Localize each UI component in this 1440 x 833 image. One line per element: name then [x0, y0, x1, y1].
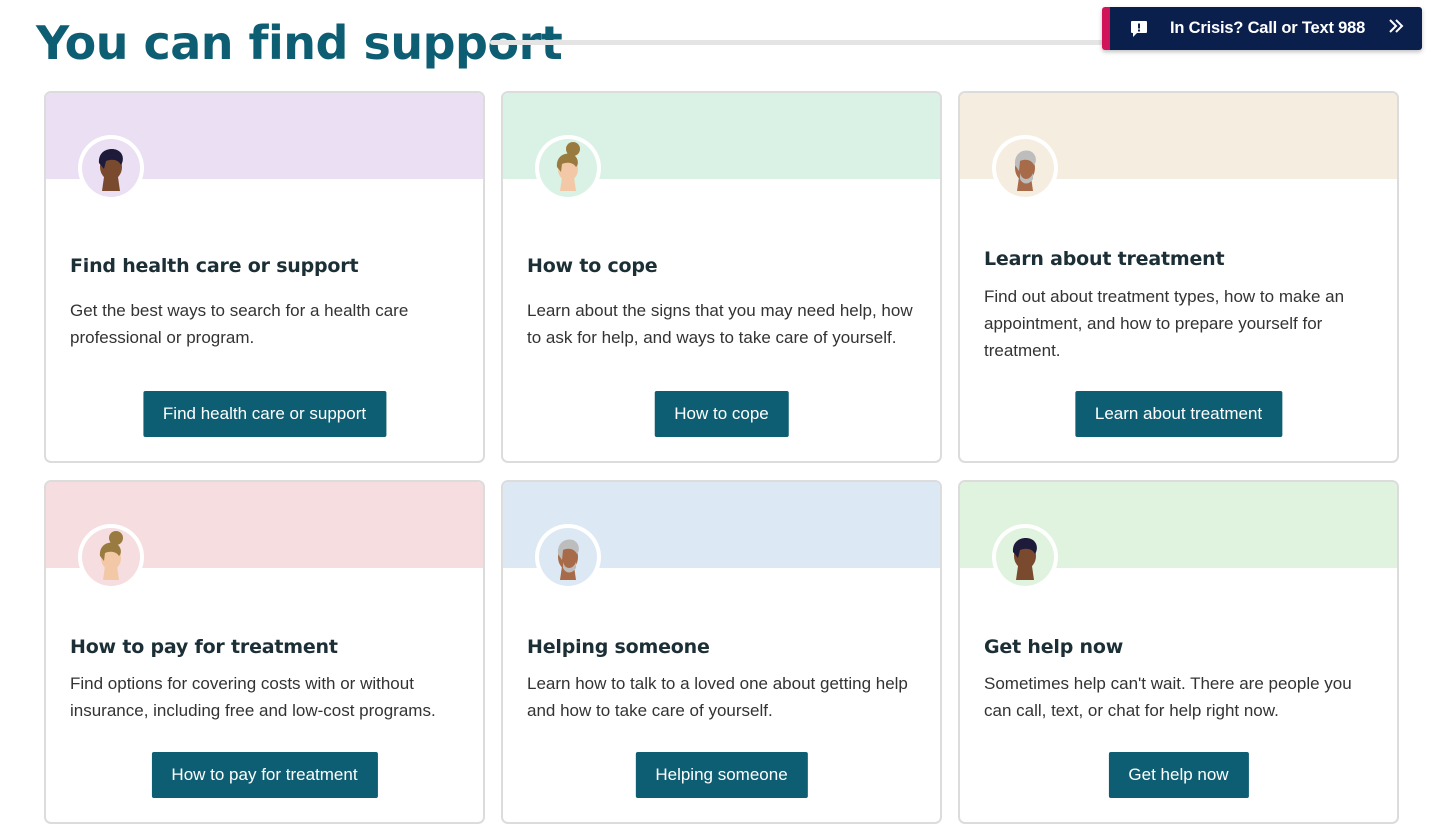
card-heading: Helping someone	[527, 636, 710, 658]
how-to-cope-button[interactable]: How to cope	[654, 391, 789, 437]
title-divider	[490, 40, 1130, 45]
person-hair-bun-icon	[78, 524, 144, 590]
helping-someone-button[interactable]: Helping someone	[635, 752, 808, 798]
card-heading: How to cope	[527, 255, 658, 277]
get-help-now-button[interactable]: Get help now	[1108, 752, 1249, 798]
support-card-learn-treatment: Learn about treatment Find out about tre…	[958, 91, 1399, 463]
card-heading: Learn about treatment	[984, 248, 1225, 270]
card-description: Sometimes help can't wait. There are peo…	[984, 674, 1352, 720]
person-short-dark-hair-icon	[78, 135, 144, 201]
card-description: Find out about treatment types, how to m…	[984, 287, 1345, 360]
crisis-banner-text: In Crisis? Call or Text 988	[1170, 19, 1366, 37]
support-card-pay-treatment: How to pay for treatment Find options fo…	[44, 480, 485, 824]
person-short-dark-hair-icon	[992, 524, 1058, 590]
double-chevron-right-icon	[1388, 17, 1404, 40]
card-description: Get the best ways to search for a health…	[70, 301, 409, 347]
learn-about-treatment-button[interactable]: Learn about treatment	[1074, 391, 1283, 437]
message-alert-icon	[1130, 20, 1148, 38]
how-to-pay-button[interactable]: How to pay for treatment	[151, 752, 378, 798]
support-cards-grid: Find health care or support Get the best…	[44, 91, 1399, 824]
page-title: You can find support	[36, 16, 563, 70]
person-gray-hair-beard-icon	[535, 524, 601, 590]
card-heading: Get help now	[984, 636, 1124, 658]
support-card-get-help-now: Get help now Sometimes help can't wait. …	[958, 480, 1399, 824]
card-heading: How to pay for treatment	[70, 636, 338, 658]
card-description: Find options for covering costs with or …	[70, 674, 436, 720]
crisis-banner-button[interactable]: In Crisis? Call or Text 988	[1102, 7, 1422, 50]
card-description: Learn about the signs that you may need …	[527, 301, 913, 347]
support-card-find-care: Find health care or support Get the best…	[44, 91, 485, 463]
person-gray-hair-beard-icon	[992, 135, 1058, 201]
find-health-care-button[interactable]: Find health care or support	[142, 391, 387, 437]
card-description: Learn how to talk to a loved one about g…	[527, 674, 908, 720]
card-heading: Find health care or support	[70, 255, 359, 277]
support-card-helping-someone: Helping someone Learn how to talk to a l…	[501, 480, 942, 824]
person-hair-bun-icon	[535, 135, 601, 201]
support-card-how-to-cope: How to cope Learn about the signs that y…	[501, 91, 942, 463]
